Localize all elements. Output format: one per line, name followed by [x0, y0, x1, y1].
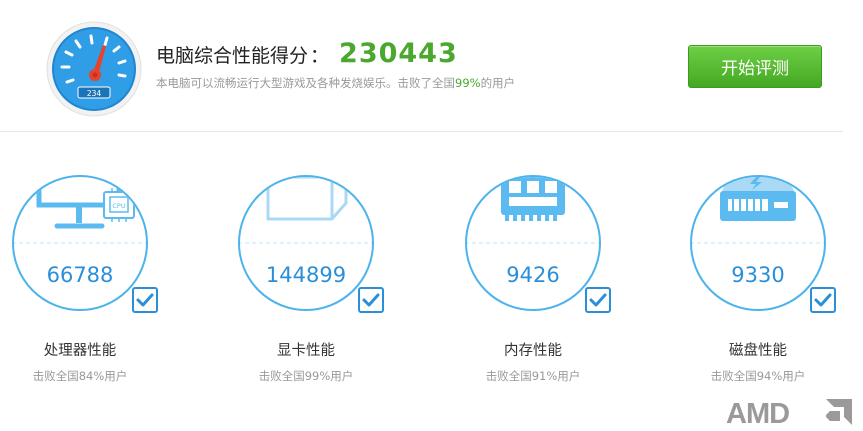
- svg-text:AMD: AMD: [726, 398, 789, 427]
- subtitle-suffix: 的用户: [480, 76, 516, 90]
- graphics-score: 144899: [265, 263, 347, 287]
- disk-performance-card: 9330 磁盘性能 击败全国94%用户: [685, 170, 845, 400]
- graphics-performance-label: 显卡性能: [277, 343, 335, 359]
- cpu-score-ring: CPU: [12, 175, 148, 311]
- divider: [0, 131, 843, 132]
- subtitle-percent: 99%: [455, 76, 481, 90]
- cpu-performance-label: 处理器性能: [43, 343, 117, 359]
- amd-logo: AMD: [726, 398, 852, 427]
- gauge-reading: 234: [87, 89, 102, 98]
- graphics-rank-text: 击败全国99%用户: [258, 369, 354, 383]
- memory-score-ring: [465, 175, 601, 311]
- disk-performance-label: 磁盘性能: [729, 343, 787, 359]
- memory-rank-text: 击败全国91%用户: [485, 369, 581, 383]
- score-title-row: 电脑综合性能得分 ： 230443: [156, 38, 458, 72]
- total-score: 230443: [339, 38, 458, 69]
- checkbox-checked-icon: [585, 287, 611, 313]
- disk-score-ring: [690, 175, 826, 311]
- memory-performance-label: 内存性能: [504, 343, 562, 359]
- checkbox-checked-icon: [132, 287, 158, 313]
- checkbox-checked-icon: [358, 287, 384, 313]
- graphics-performance-card: 144899 显卡性能 击败全国99%用户: [233, 170, 393, 400]
- start-benchmark-button[interactable]: 开始评测: [688, 45, 822, 88]
- cpu-rank-text: 击败全国84%用户: [32, 369, 128, 383]
- checkbox-checked-icon: [810, 287, 836, 313]
- disk-score: 9330: [731, 263, 785, 287]
- score-colon: ：: [310, 45, 330, 67]
- memory-score: 9426: [506, 263, 560, 287]
- graphics-score-ring: [238, 175, 374, 311]
- subtitle-prefix: 本电脑可以流畅运行大型游戏及各种发烧娱乐。击败了全国: [156, 76, 455, 90]
- score-title: 电脑综合性能得分: [156, 45, 309, 67]
- speedometer-icon: 234: [45, 20, 143, 118]
- memory-module-icon: [501, 177, 565, 221]
- disk-rank-text: 击败全国94%用户: [710, 369, 806, 383]
- cpu-performance-card: CPU 66788 处理器性能 击败全国84%用户: [7, 170, 167, 400]
- svg-text:CPU: CPU: [112, 202, 125, 210]
- score-description: 本电脑可以流畅运行大型游戏及各种发烧娱乐。击败了全国99%的用户: [156, 75, 515, 91]
- memory-performance-card: 9426 内存性能 击败全国91%用户: [460, 170, 620, 400]
- cpu-score: 66788: [46, 263, 114, 287]
